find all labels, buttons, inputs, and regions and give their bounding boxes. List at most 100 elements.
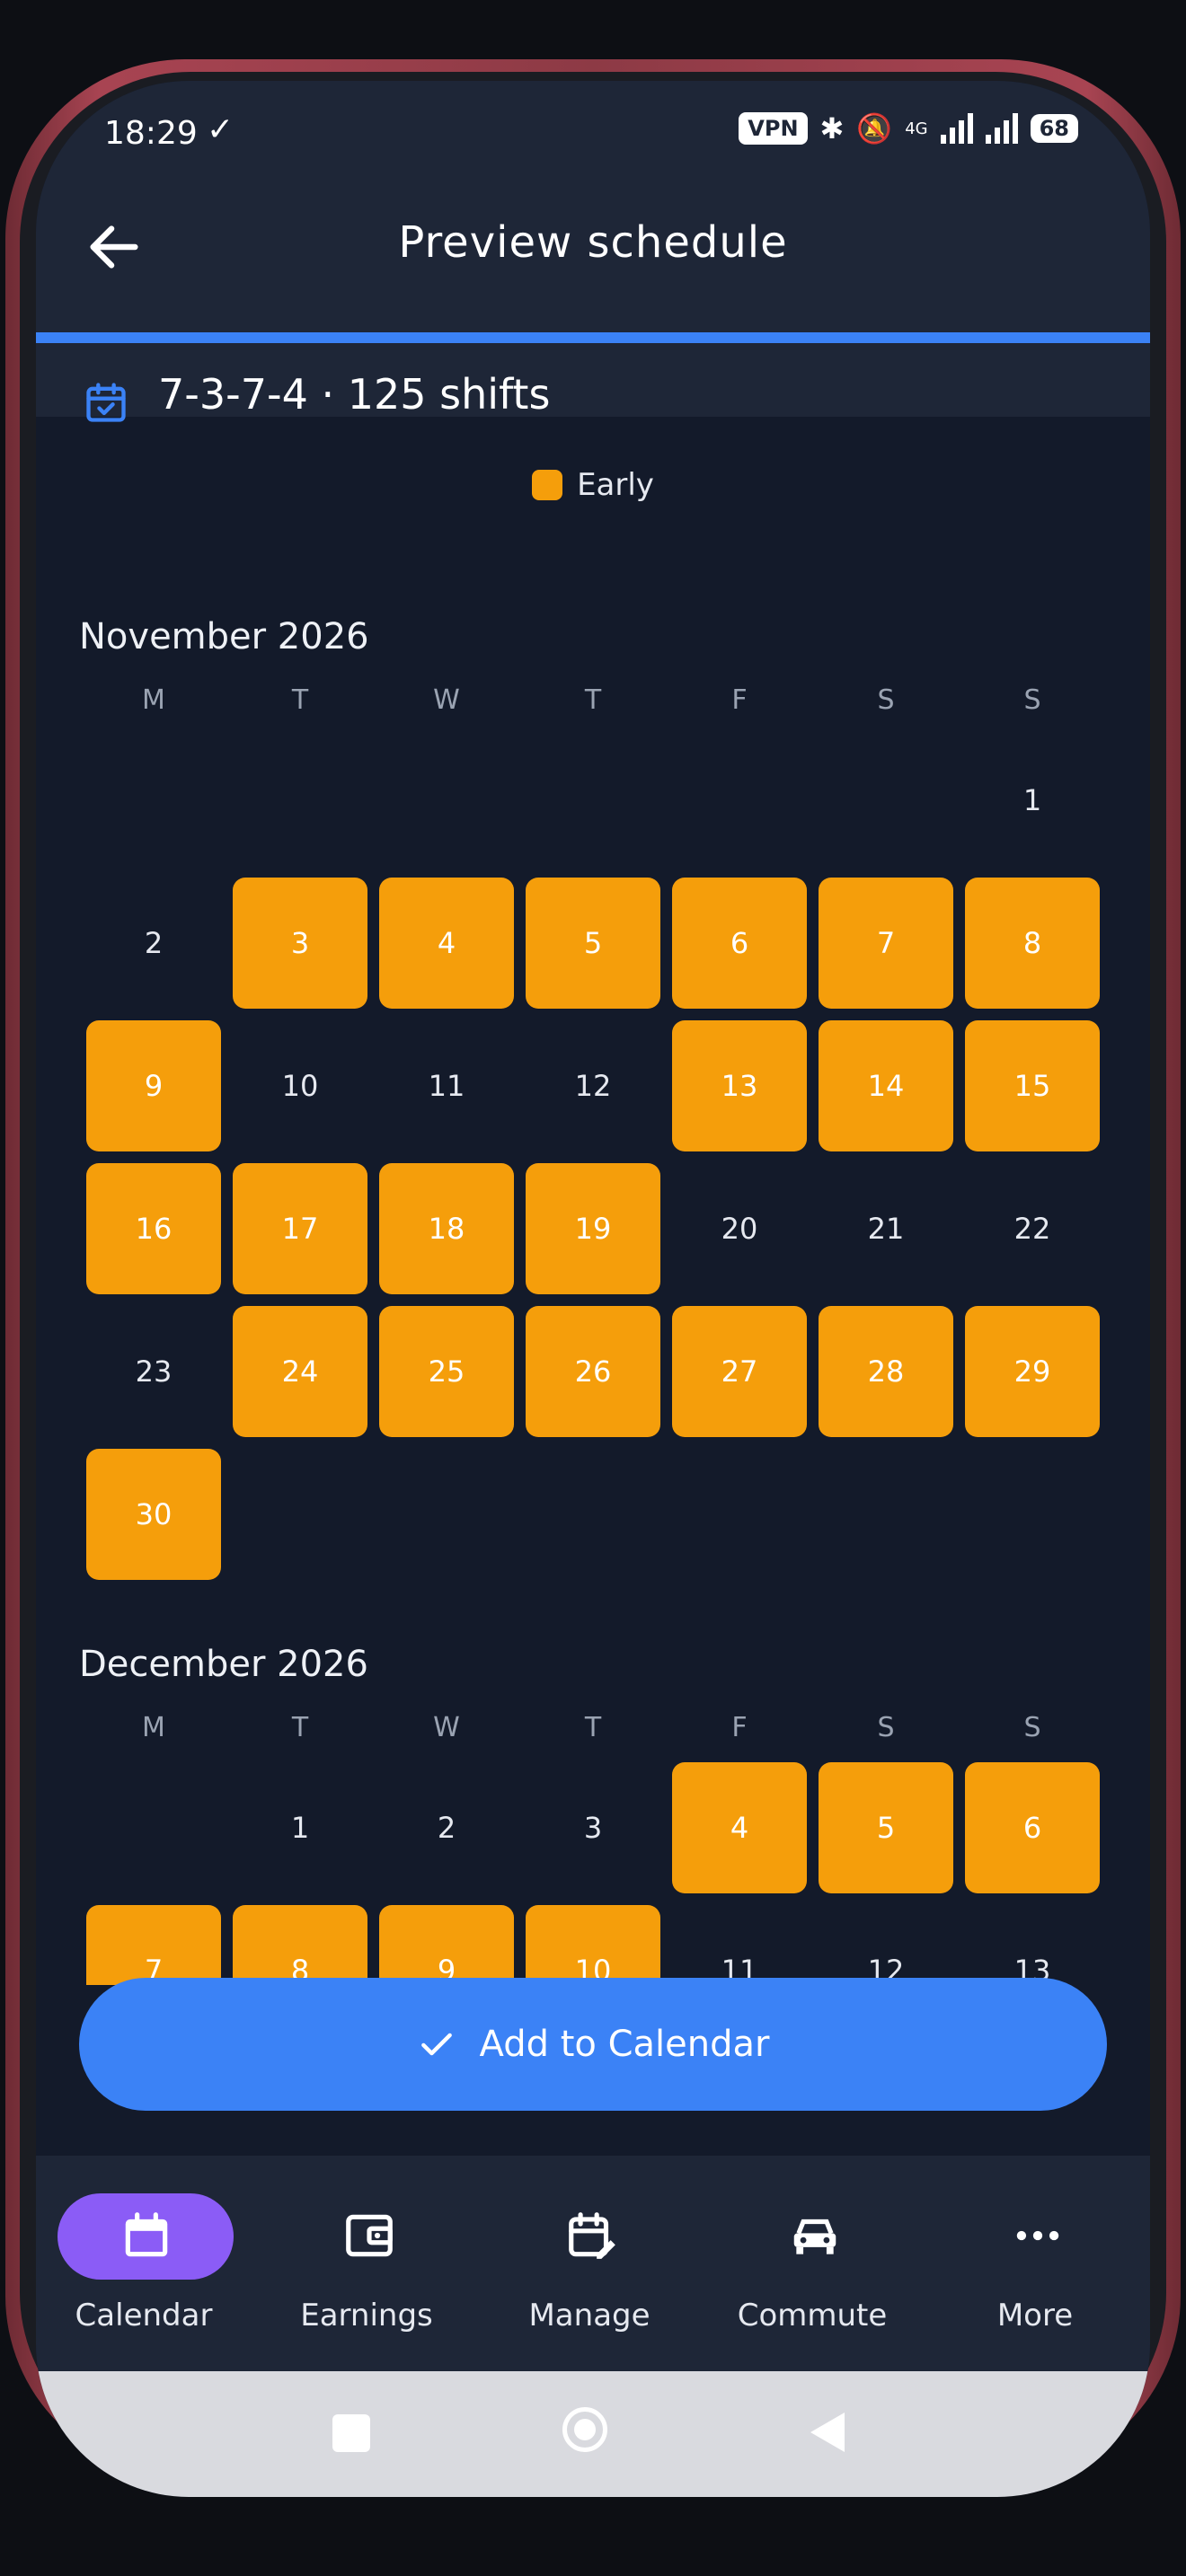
calendar-day[interactable]: 3 <box>526 1762 660 1893</box>
calendar-day[interactable]: 23 <box>86 1306 221 1437</box>
signal-icon <box>940 113 973 144</box>
nav-item-calendar[interactable]: Calendar <box>36 2156 259 2371</box>
calendar-day-shift[interactable]: 14 <box>819 1020 953 1151</box>
weekday-label: S <box>877 1712 895 1743</box>
calendar-day-shift[interactable]: 27 <box>672 1306 807 1437</box>
calendar-day[interactable]: 2 <box>86 878 221 1009</box>
calendar-day[interactable]: 20 <box>672 1163 807 1294</box>
calendar-day-shift[interactable]: 25 <box>379 1306 514 1437</box>
legend-swatch <box>532 470 563 500</box>
weekday-label: F <box>731 684 748 716</box>
calendar-day-shift[interactable]: 9 <box>86 1020 221 1151</box>
bluetooth-icon: ✱ <box>819 111 845 146</box>
nav-item-manage[interactable]: Manage <box>482 2156 704 2371</box>
calendar-day-shift[interactable]: 18 <box>379 1163 514 1294</box>
recents-button[interactable] <box>332 2414 370 2452</box>
calendar-day[interactable]: 11 <box>379 1020 514 1151</box>
calendar-day-shift[interactable]: 6 <box>672 878 807 1009</box>
calendar-day[interactable]: 1 <box>965 735 1100 866</box>
network-type: 4G <box>905 119 928 138</box>
weekday-label: M <box>142 684 165 716</box>
calendar-day-shift[interactable]: 5 <box>819 1762 953 1893</box>
status-bar: 18:29 ✓ VPN ✱ 🔕 4G 68 <box>36 81 1150 180</box>
nav-item-earnings[interactable]: Earnings <box>259 2156 482 2371</box>
weekday-label: M <box>142 1712 165 1743</box>
calendar-day-shift[interactable]: 7 <box>819 878 953 1009</box>
weekday-label: T <box>584 684 602 716</box>
weekday-label: T <box>584 1712 602 1743</box>
nav-item-commute[interactable]: Commute <box>704 2156 927 2371</box>
page-title: Preview schedule <box>398 217 788 268</box>
wallet-icon <box>346 2214 393 2257</box>
weekday-label: T <box>291 1712 309 1743</box>
nav-label: Manage <box>528 2298 651 2333</box>
progress-bar <box>36 332 1150 343</box>
calendar-day-shift[interactable]: 8 <box>233 1905 367 1985</box>
month-title: December 2026 <box>79 1644 368 1685</box>
calendar-day-shift[interactable]: 15 <box>965 1020 1100 1151</box>
calendar-edit-icon <box>569 2212 615 2259</box>
calendar-day-shift[interactable]: 24 <box>233 1306 367 1437</box>
calendar-day[interactable]: 12 <box>819 1905 953 1985</box>
calendar-day-shift[interactable]: 26 <box>526 1306 660 1437</box>
bell-muted-icon: 🔕 <box>856 111 893 146</box>
calendar-day[interactable]: 21 <box>819 1163 953 1294</box>
calendar-day-shift[interactable]: 7 <box>86 1905 221 1985</box>
weekday-label: S <box>1023 1712 1041 1743</box>
calendar-day-shift[interactable]: 5 <box>526 878 660 1009</box>
calendar-day[interactable]: 13 <box>965 1905 1100 1985</box>
legend: Early <box>36 467 1150 503</box>
nav-label: Commute <box>737 2298 888 2333</box>
calendar-day-shift[interactable]: 4 <box>379 878 514 1009</box>
calendar-day-shift[interactable]: 3 <box>233 878 367 1009</box>
status-time: 18:29 <box>104 115 198 152</box>
nav-item-more[interactable]: More <box>927 2156 1150 2371</box>
weekday-label: T <box>291 684 309 716</box>
calendar-day-shift[interactable]: 17 <box>233 1163 367 1294</box>
weekday-label: S <box>1023 684 1041 716</box>
verified-icon: ✓ <box>207 111 235 148</box>
nav-label: More <box>996 2298 1074 2333</box>
nav-label: Earnings <box>300 2298 433 2333</box>
calendar-day-shift[interactable]: 30 <box>86 1449 221 1580</box>
calendar-day-shift[interactable]: 16 <box>86 1163 221 1294</box>
nav-label: Calendar <box>75 2298 213 2333</box>
calendar-day[interactable]: 22 <box>965 1163 1100 1294</box>
calendar-day[interactable]: 11 <box>672 1905 807 1985</box>
back-button[interactable] <box>805 2409 848 2456</box>
calendar-day-shift[interactable]: 9 <box>379 1905 514 1985</box>
signal-icon-2 <box>985 113 1018 144</box>
check-icon <box>420 2033 452 2056</box>
calendar-scroll[interactable]: November 2026 M T W T F S S 1 2 3 4 5 6 7 8 9 10 11 12 13 14 1… <box>36 584 1150 1985</box>
calendar-check-icon <box>86 383 126 422</box>
calendar-day-shift[interactable]: 6 <box>965 1762 1100 1893</box>
screen: 18:29 ✓ VPN ✱ 🔕 4G 68 Preview schedule 7… <box>36 81 1150 2497</box>
schedule-summary: 7-3-7-4 · 125 shifts <box>158 370 551 419</box>
calendar-icon <box>125 2212 168 2257</box>
status-icons: VPN ✱ 🔕 4G 68 <box>739 111 1078 146</box>
calendar-day-shift[interactable]: 4 <box>672 1762 807 1893</box>
battery-icon: 68 <box>1030 114 1078 143</box>
weekday-label: S <box>877 684 895 716</box>
weekday-label: W <box>433 1712 460 1743</box>
calendar-day[interactable]: 12 <box>526 1020 660 1151</box>
month-title: November 2026 <box>79 616 369 657</box>
calendar-day[interactable]: 10 <box>233 1020 367 1151</box>
add-to-calendar-button[interactable]: Add to Calendar <box>79 1978 1107 2111</box>
calendar-day-shift[interactable]: 19 <box>526 1163 660 1294</box>
weekday-label: W <box>433 684 460 716</box>
calendar-day-shift[interactable]: 28 <box>819 1306 953 1437</box>
more-icon <box>1016 2230 1059 2241</box>
system-nav-bar <box>36 2371 1150 2497</box>
add-to-calendar-label: Add to Calendar <box>479 2024 770 2065</box>
legend-label: Early <box>577 467 654 503</box>
calendar-day-shift[interactable]: 13 <box>672 1020 807 1151</box>
bottom-nav: Calendar Earnings Manage Commute More <box>36 2156 1150 2371</box>
calendar-day[interactable]: 2 <box>379 1762 514 1893</box>
home-button[interactable] <box>562 2407 607 2452</box>
weekday-label: F <box>731 1712 748 1743</box>
calendar-day-shift[interactable]: 10 <box>526 1905 660 1985</box>
calendar-day-shift[interactable]: 8 <box>965 878 1100 1009</box>
calendar-day[interactable]: 1 <box>233 1762 367 1893</box>
calendar-day-shift[interactable]: 29 <box>965 1306 1100 1437</box>
